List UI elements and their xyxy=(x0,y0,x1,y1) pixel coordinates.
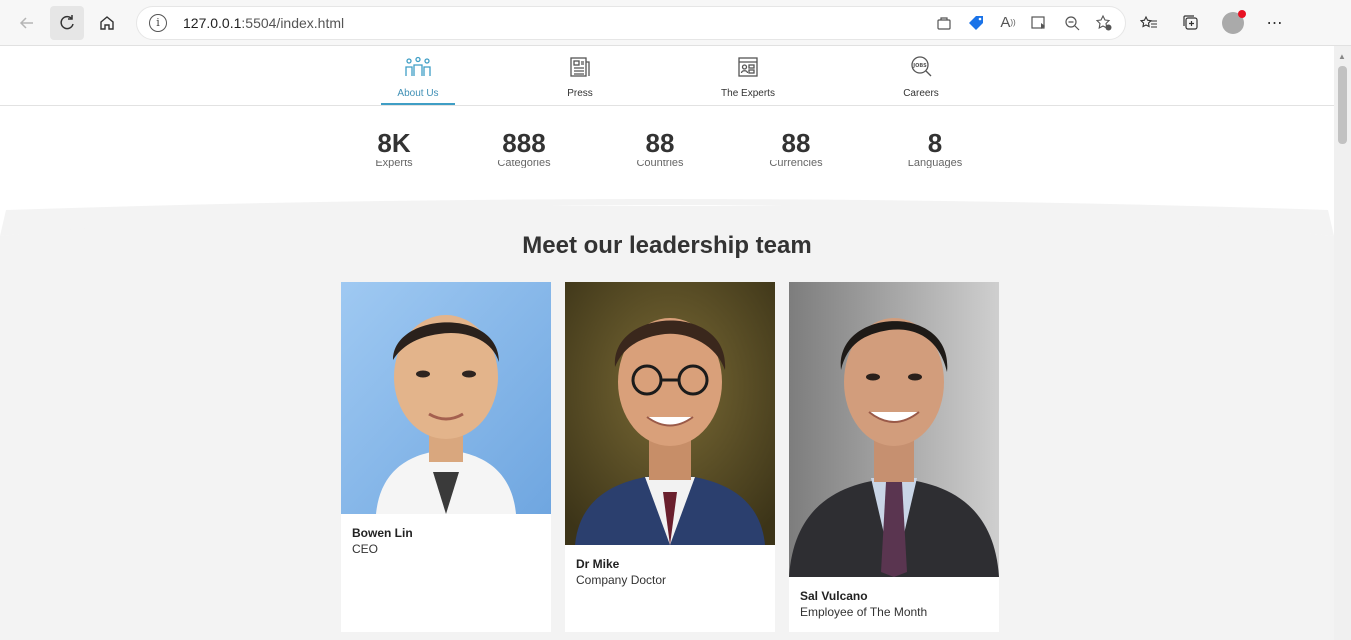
team-member-name: Bowen Lin xyxy=(352,526,413,540)
jobs-search-icon: JOBS xyxy=(884,54,958,80)
url-text[interactable]: 127.0.0.1:5504/index.html xyxy=(183,15,344,31)
team-member-role: CEO xyxy=(352,542,379,556)
stat-value: 8K xyxy=(377,128,411,158)
refresh-icon[interactable] xyxy=(50,5,84,40)
team-photo xyxy=(341,282,551,514)
stat-value: 88 xyxy=(781,128,811,158)
newspaper-icon xyxy=(543,54,617,80)
nav-label: The Experts xyxy=(721,88,775,99)
people-icon xyxy=(381,54,455,80)
expert-board-icon xyxy=(711,54,785,80)
stat-label: Categories xyxy=(497,160,551,168)
immersive-reader-icon[interactable] xyxy=(1027,10,1053,36)
favorites-icon[interactable] xyxy=(1132,6,1166,40)
browser-toolbar: i 127.0.0.1:5504/index.html A)) ⋯ xyxy=(0,0,1351,46)
address-bar[interactable]: i 127.0.0.1:5504/index.html A)) xyxy=(136,5,1126,40)
page-viewport: About Us Press The Experts JOBS Careers … xyxy=(0,46,1334,640)
team-member-name: Dr Mike xyxy=(576,557,620,571)
team-photo xyxy=(789,282,999,577)
team-card: Bowen Lin CEO xyxy=(341,282,551,632)
zoom-out-icon[interactable] xyxy=(1059,10,1085,36)
read-aloud-icon[interactable]: A)) xyxy=(995,10,1021,36)
nav-label: Press xyxy=(567,88,593,99)
site-info-icon[interactable]: i xyxy=(149,13,167,32)
stat-item: 888 Categories xyxy=(464,128,584,168)
stat-item: 88 Currencies xyxy=(736,128,856,168)
back-arrow-icon[interactable] xyxy=(10,6,44,40)
team-member-role: Company Doctor xyxy=(576,573,667,587)
stat-item: 8K Experts xyxy=(334,128,454,168)
collections-icon[interactable] xyxy=(1174,6,1208,40)
svg-text:JOBS: JOBS xyxy=(912,63,927,69)
team-member-name: Sal Vulcano xyxy=(800,589,868,603)
nav-press[interactable]: Press xyxy=(543,54,617,99)
nav-label: Careers xyxy=(903,88,939,99)
nav-the-experts[interactable]: The Experts xyxy=(711,54,785,99)
team-photo xyxy=(565,282,775,545)
stat-label: Experts xyxy=(375,160,413,168)
nav-about-us[interactable]: About Us xyxy=(381,54,455,105)
team-member-role: Employee of The Month xyxy=(800,605,928,619)
nav-label: About Us xyxy=(397,88,439,99)
more-options-icon[interactable]: ⋯ xyxy=(1258,6,1292,40)
team-card: Dr Mike Company Doctor xyxy=(565,282,775,632)
section-title: Meet our leadership team xyxy=(522,232,812,259)
stat-label: Countries xyxy=(636,160,684,168)
team-card: Sal Vulcano Employee of The Month xyxy=(789,282,999,632)
stat-label: Currencies xyxy=(769,160,823,168)
home-icon[interactable] xyxy=(90,6,124,40)
nav-careers[interactable]: JOBS Careers xyxy=(884,54,958,99)
app-available-icon[interactable] xyxy=(931,10,957,36)
stat-value: 8 xyxy=(927,128,943,158)
profile-avatar-icon[interactable] xyxy=(1216,6,1250,40)
stat-item: 8 Languages xyxy=(875,128,995,168)
stat-label: Languages xyxy=(907,160,963,168)
scrollbar-thumb[interactable] xyxy=(1338,66,1347,144)
coupon-tag-icon[interactable] xyxy=(963,10,989,36)
add-favorite-icon[interactable] xyxy=(1091,10,1117,36)
top-navigation: About Us Press The Experts JOBS Careers xyxy=(0,46,1334,106)
vertical-scrollbar[interactable]: ▲ xyxy=(1334,46,1351,640)
stats-bar: 8K Experts 888 Categories 88 Countries 8… xyxy=(0,106,1334,206)
stat-value: 888 xyxy=(502,128,546,158)
stat-item: 88 Countries xyxy=(600,128,720,168)
stat-value: 88 xyxy=(645,128,675,158)
scroll-up-arrow-icon[interactable]: ▲ xyxy=(1338,52,1346,61)
